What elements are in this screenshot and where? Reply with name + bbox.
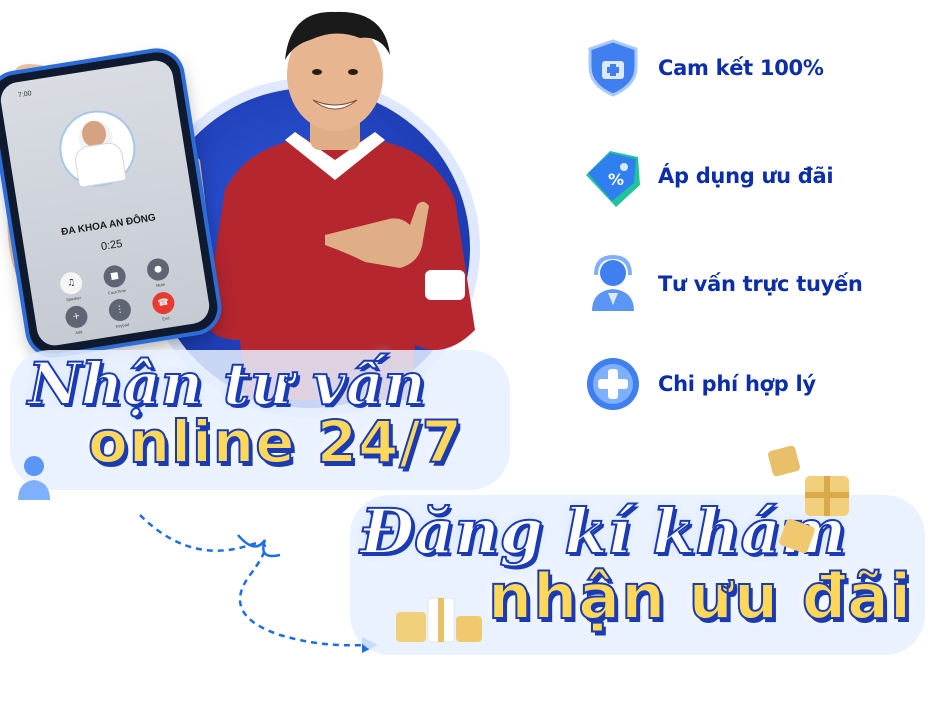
add-label: Add xyxy=(74,329,83,336)
facetime-button[interactable]: ■ xyxy=(102,263,128,289)
feature-label: Áp dụng ưu đãi xyxy=(658,164,834,188)
feature-reasonable-cost: Chi phí hợp lý xyxy=(582,352,816,416)
gift-box-icon xyxy=(768,445,849,554)
headline1-bold: online 24/7 xyxy=(87,407,463,477)
status-time: 7:00 xyxy=(17,90,33,100)
gift-pile-icon xyxy=(396,597,482,643)
spokesperson-image xyxy=(205,11,475,400)
mute-label: Mute xyxy=(155,281,166,288)
call-screen: 7:00 ĐA KHOA AN ĐÔNG 0:25 ♫ Speaker ■ Fa… xyxy=(0,58,212,348)
feature-discount: % Áp dụng ưu đãi xyxy=(582,144,834,208)
add-call-button[interactable]: + xyxy=(63,304,90,330)
feature-label: Tư vấn trực tuyến xyxy=(658,272,863,296)
feature-label: Chi phí hợp lý xyxy=(658,372,816,396)
keypad-button[interactable]: ⋮ xyxy=(107,297,133,323)
medical-cross-icon xyxy=(582,353,644,415)
speaker-label: Speaker xyxy=(65,294,82,303)
feature-label: Cam kết 100% xyxy=(658,56,824,80)
small-agent-icon xyxy=(18,456,50,500)
feature-commitment: Cam kết 100% xyxy=(582,36,824,100)
end-call-button[interactable]: ☎ xyxy=(150,290,176,316)
end-label: End xyxy=(161,315,170,322)
facetime-label: FaceTime xyxy=(107,287,127,296)
support-agent-icon xyxy=(582,253,644,315)
headline2-bold: nhận ưu đãi xyxy=(487,559,913,634)
discount-tag-icon: % xyxy=(582,145,644,207)
svg-text:%: % xyxy=(608,170,624,189)
keypad-label: Keypad xyxy=(115,321,130,329)
shield-plus-icon xyxy=(582,37,644,99)
caller-body xyxy=(73,140,127,188)
mute-button[interactable]: ● xyxy=(145,256,171,283)
caller-avatar xyxy=(53,105,141,192)
feature-online-consult: Tư vấn trực tuyến xyxy=(582,252,863,316)
speaker-button[interactable]: ♫ xyxy=(58,270,84,296)
